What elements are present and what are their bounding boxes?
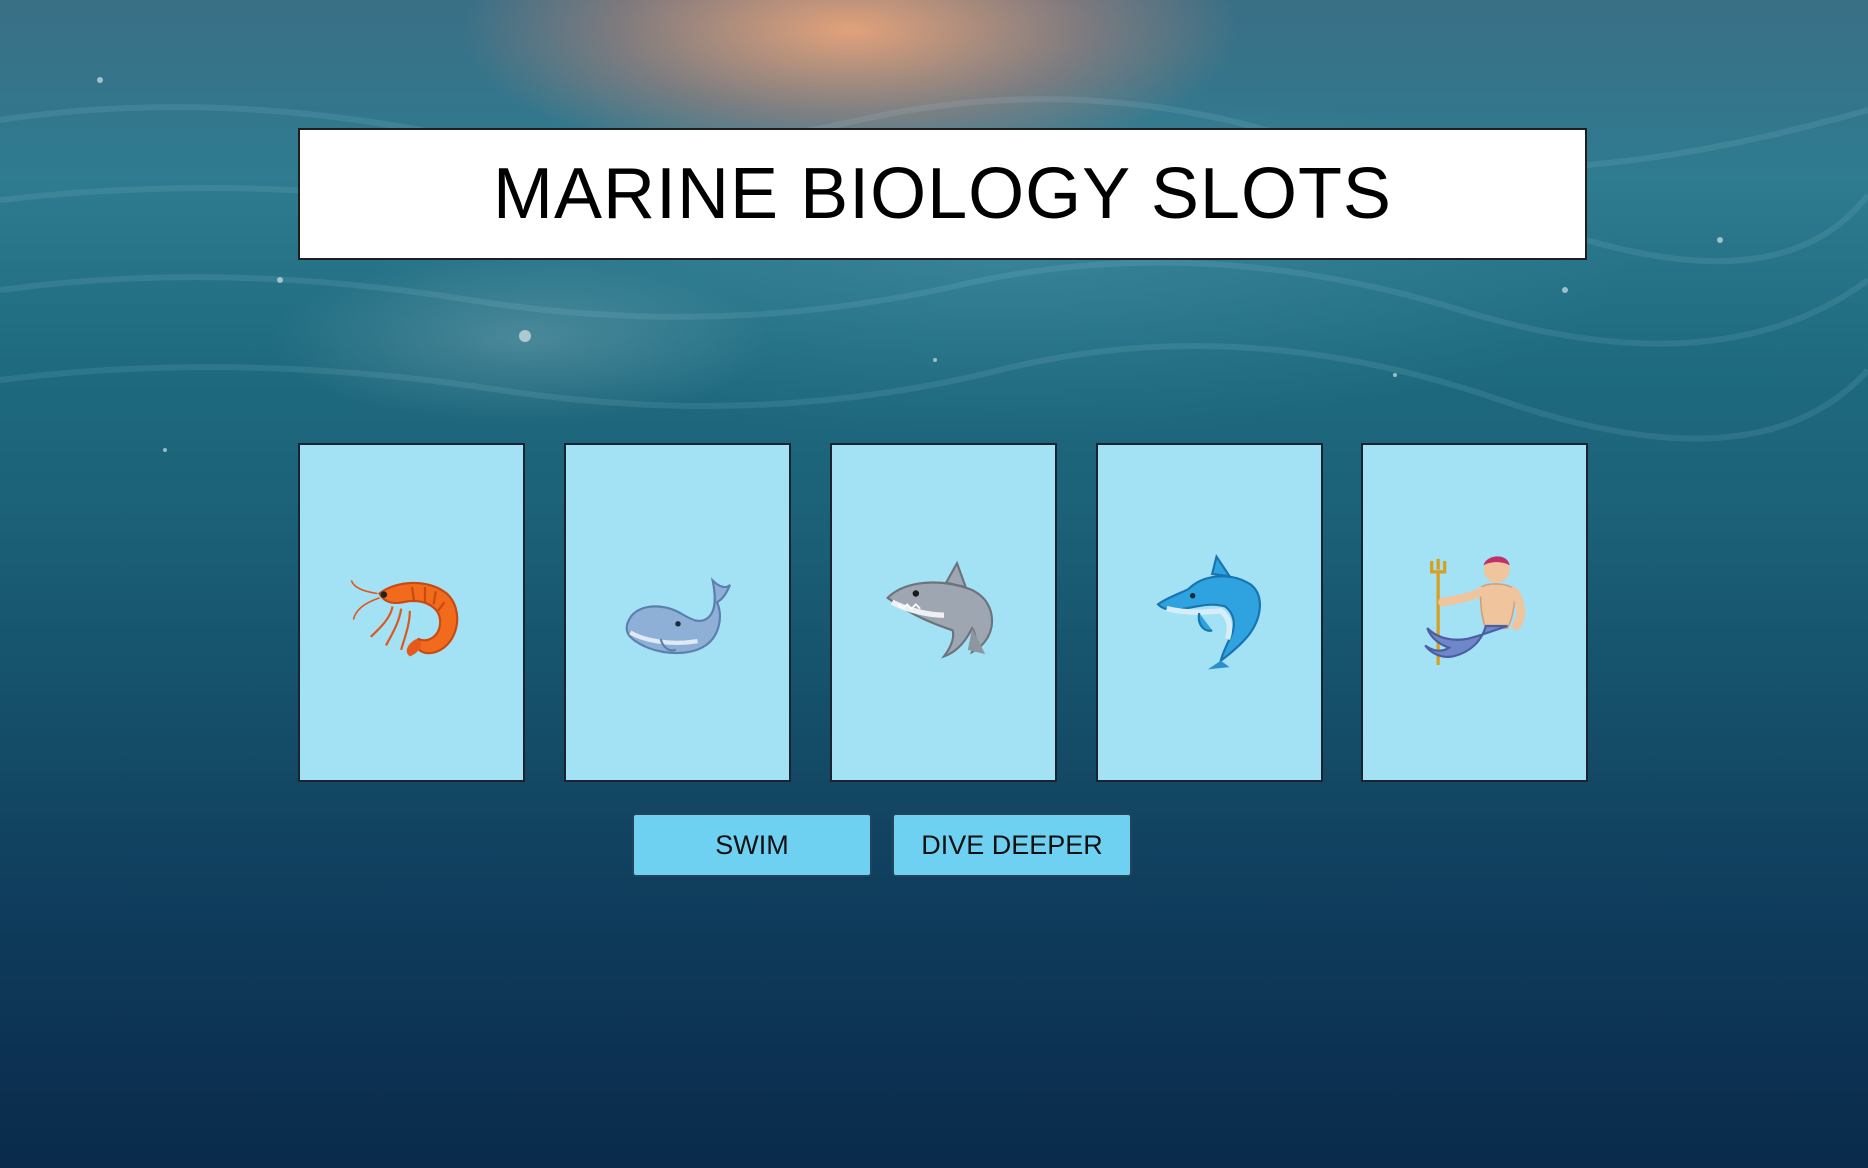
game-screen: MARINE BIOLOGY SLOTS SWIM DIVE DEEPER [0,0,1868,1168]
reel-1 [298,443,525,782]
title-banner: MARINE BIOLOGY SLOTS [298,128,1587,260]
dive-deeper-button[interactable]: DIVE DEEPER [892,813,1132,877]
slot-reels [298,443,1588,782]
whale-icon [625,576,731,654]
swim-button[interactable]: SWIM [632,813,872,877]
reel-2 [564,443,791,782]
sunlight-glow [0,0,1868,520]
shark-icon [885,560,993,658]
dolphin-icon [1155,553,1261,669]
reel-5 [1361,443,1588,782]
reel-4 [1096,443,1323,782]
shrimp-icon [350,579,458,656]
reel-3 [830,443,1057,782]
merman-icon [1423,555,1525,665]
game-title: MARINE BIOLOGY SLOTS [493,154,1392,234]
